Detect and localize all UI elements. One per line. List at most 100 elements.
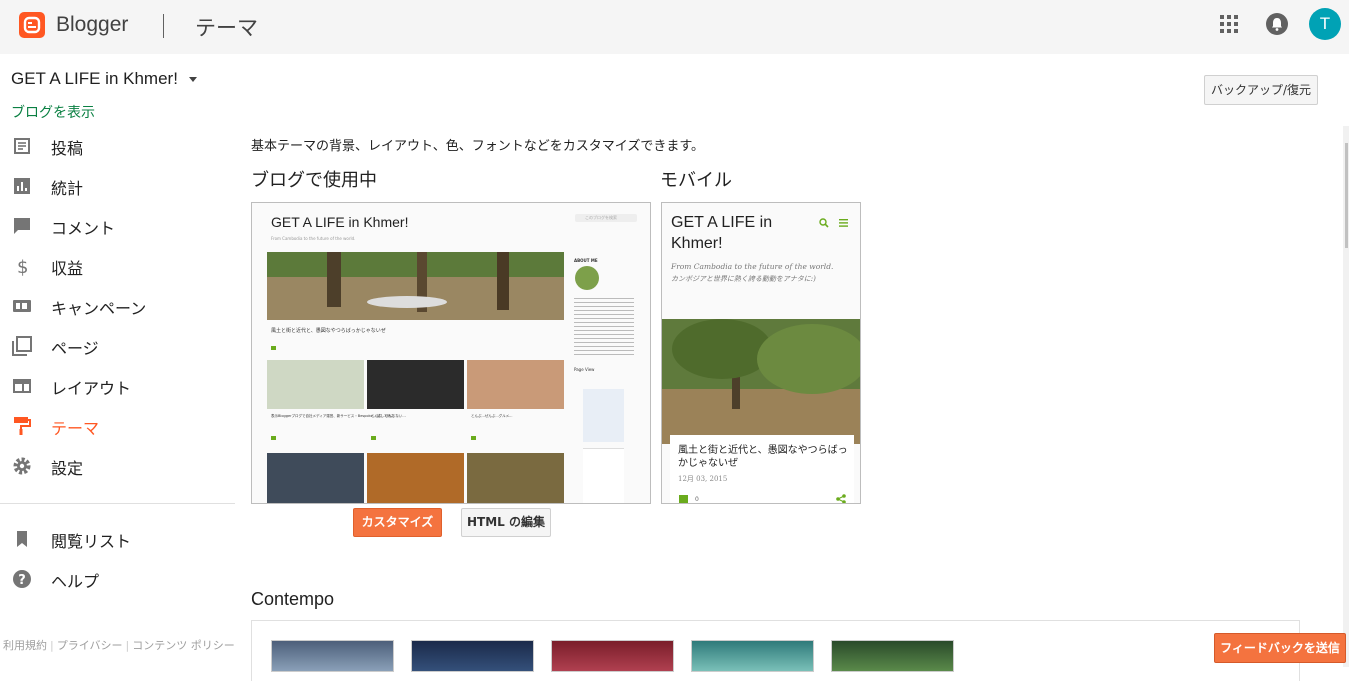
preview-grid-caption: とんぷ...ぜんぶない...	[371, 414, 406, 418]
theme-thumbnail[interactable]	[691, 640, 814, 672]
brand-name[interactable]: Blogger	[56, 13, 128, 37]
header-divider	[163, 14, 164, 38]
live-theme-heading: ブログで使用中	[251, 170, 377, 191]
scrollbar-thumb[interactable]	[1345, 143, 1348, 248]
svg-text:?: ?	[18, 573, 26, 588]
edit-html-button[interactable]: HTML の編集	[461, 508, 551, 537]
sidebar-item-label: キャンペーン	[51, 299, 147, 318]
sidebar-item-label: ヘルプ	[51, 572, 100, 591]
preview-comment-icon	[271, 436, 276, 440]
layout-icon	[13, 379, 31, 393]
posts-icon	[14, 138, 30, 154]
privacy-link[interactable]: プライバシー	[54, 639, 126, 652]
customize-button[interactable]: カスタマイズ	[353, 508, 442, 537]
sidebar-item-stats[interactable]: 統計	[0, 166, 235, 206]
apps-grid-icon[interactable]	[1220, 15, 1238, 33]
comment-icon	[14, 218, 30, 234]
preview-tagline: From Cambodia to the future of the world…	[271, 236, 356, 241]
sidebar-item-comments[interactable]: コメント	[0, 206, 235, 246]
dollar-icon: $	[17, 257, 28, 276]
paint-roller-icon	[14, 417, 31, 435]
comment-icon	[679, 495, 688, 503]
sidebar-item-layout[interactable]: レイアウト	[0, 366, 235, 406]
preview-about-text	[574, 295, 634, 355]
bookmark-icon	[17, 531, 27, 547]
sidebar-item-earnings[interactable]: $ 収益	[0, 246, 235, 286]
ad-icon	[13, 300, 31, 312]
blog-selector[interactable]: GET A LIFE in Khmer!	[11, 69, 178, 89]
caret-down-icon[interactable]	[189, 77, 197, 82]
preview-grid-tile	[467, 453, 564, 503]
preview-grid-tile	[367, 360, 464, 409]
sidebar-item-reading-list[interactable]: 閲覧リスト	[0, 519, 235, 559]
sidebar-item-label: ページ	[51, 339, 99, 358]
stats-icon	[14, 178, 30, 194]
preview-about-heading: ABOUT ME	[574, 258, 598, 263]
gallery-heading: Contempo	[251, 589, 335, 609]
sidebar-item-label: 投稿	[51, 139, 84, 158]
preview-ad-banner	[583, 448, 624, 503]
sidebar-item-label: テーマ	[51, 419, 100, 438]
blogger-logo-icon[interactable]	[19, 12, 45, 38]
preview-comment-icon	[271, 346, 276, 350]
pages-icon	[12, 336, 32, 356]
help-icon: ?	[13, 570, 31, 588]
sidebar-item-label: 設定	[51, 459, 84, 478]
mobile-theme-preview[interactable]: GET A LIFE in Khmer! From Cambodia to th…	[661, 202, 861, 504]
send-feedback-button[interactable]: フィードバックを送信	[1214, 633, 1346, 663]
sidebar-item-label: 統計	[51, 179, 84, 198]
preview-post-title: 風土と街と近代と、愚図なやつらばっかじゃないぜ	[271, 328, 386, 334]
sidebar-item-label: 収益	[51, 259, 84, 278]
sidebar-item-settings[interactable]: 設定	[0, 446, 235, 486]
preview-grid-tile	[267, 360, 364, 409]
preview-grid-tile	[467, 360, 564, 409]
footer-links: 利用規約 | プライバシー | コンテンツ ポリシー	[0, 637, 238, 653]
theme-thumbnail[interactable]	[551, 640, 674, 672]
menu-icon	[839, 219, 848, 227]
preview-profile-photo	[575, 266, 599, 290]
mobile-hero-image	[662, 319, 860, 444]
preview-hero-image	[267, 252, 564, 320]
mobile-tagline-jp: カンボジアと世界に熱く誇る動動をアナタに:)	[671, 275, 816, 283]
notifications-bell-icon[interactable]	[1266, 13, 1288, 35]
mobile-post-card: 風土と街と近代と、愚図なやつらばっかじゃないぜ 12月 03, 2015 0	[670, 435, 854, 503]
sidebar-item-theme[interactable]: テーマ	[0, 406, 235, 446]
preview-ad-banner	[583, 389, 624, 442]
theme-thumbnail[interactable]	[271, 640, 394, 672]
sidebar-item-label: コメント	[51, 219, 116, 238]
preview-search-box: このブログを検索	[575, 214, 637, 222]
mobile-comment-count: 0	[695, 496, 699, 503]
preview-comment-icon	[371, 436, 376, 440]
preview-page-view-label: Page View	[574, 367, 595, 372]
sidebar-item-posts[interactable]: 投稿	[0, 126, 235, 166]
top-bar: Blogger テーマ T	[0, 0, 1349, 54]
sidebar-item-pages[interactable]: ページ	[0, 326, 235, 366]
account-avatar[interactable]: T	[1309, 8, 1341, 40]
mobile-tagline: From Cambodia to the future of the world…	[671, 262, 834, 271]
sidebar-divider	[0, 503, 235, 504]
mobile-post-title: 風土と街と近代と、愚図なやつらばっかじゃないぜ	[678, 445, 848, 469]
svg-text:$: $	[17, 257, 28, 276]
terms-link[interactable]: 利用規約	[0, 639, 50, 652]
search-icon	[819, 218, 829, 228]
preview-blog-title: GET A LIFE in Khmer!	[271, 214, 409, 230]
share-icon	[836, 494, 846, 503]
theme-thumbnail[interactable]	[411, 640, 534, 672]
mobile-theme-heading: モバイル	[660, 170, 732, 191]
sidebar-item-campaigns[interactable]: キャンペーン	[0, 286, 235, 326]
desktop-theme-preview[interactable]: GET A LIFE in Khmer! From Cambodia to th…	[251, 202, 651, 504]
sidebar-item-label: 閲覧リスト	[51, 532, 132, 551]
sidebar-item-help[interactable]: ? ヘルプ	[0, 559, 235, 599]
mobile-blog-title: GET A LIFE in Khmer!	[671, 214, 773, 252]
preview-grid-tile	[367, 453, 464, 503]
gear-icon	[13, 457, 31, 475]
content-policy-link[interactable]: コンテンツ ポリシー	[129, 639, 238, 652]
backup-restore-button[interactable]: バックアップ/復元	[1204, 75, 1318, 105]
preview-grid-caption: とんぷ...ぜんぶ...グルメ...	[471, 414, 513, 418]
preview-comment-icon	[471, 436, 476, 440]
mobile-post-date: 12月 03, 2015	[678, 475, 728, 483]
theme-thumbnail[interactable]	[831, 640, 954, 672]
sidebar-item-label: レイアウト	[51, 379, 132, 398]
preview-grid-tile	[267, 453, 364, 503]
view-blog-link[interactable]: ブログを表示	[11, 102, 95, 122]
